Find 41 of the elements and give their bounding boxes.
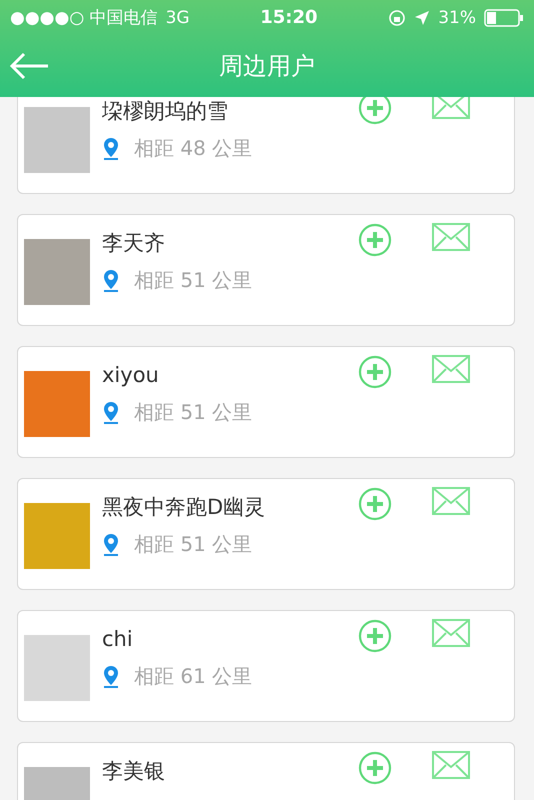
distance-label: 相距 61 公里 [134,663,252,690]
location-pin-icon [102,136,120,160]
avatar-image [24,635,90,701]
location-pin-icon [102,400,120,424]
network-label: 3G [166,8,190,28]
location-pin-icon [102,268,120,292]
avatar-image [24,371,90,437]
user-card[interactable]: chi 相距 61 公里 [17,610,515,722]
user-name: chi [102,627,134,651]
add-friend-button[interactable] [358,619,392,653]
add-friend-button[interactable] [358,355,392,389]
location-pin-icon [102,664,120,688]
user-name: 黑夜中奔跑D幽灵 [102,495,266,519]
add-friend-button[interactable] [358,751,392,785]
distance-label: 相距 48 公里 [134,135,252,162]
user-name: 垜樛朗坞的雪 [102,99,229,123]
rotation-lock-icon [388,8,406,26]
carrier-label: ●●●●○ 中国电信 [10,7,158,29]
user-card[interactable]: 李天齐 相距 51 公里 [17,214,515,326]
add-friend-button[interactable] [358,223,392,257]
location-arrow-icon [414,10,430,26]
add-friend-button[interactable] [358,487,392,521]
avatar-image [24,503,90,569]
user-name: 李天齐 [102,231,166,255]
avatar-image [24,107,90,173]
distance-label: 相距 51 公里 [134,399,252,426]
avatar-image [24,239,90,305]
user-card[interactable]: xiyou 相距 51 公里 [17,346,515,458]
user-card[interactable]: 垜樛朗坞的雪 相距 48 公里 [17,97,515,194]
page-title: 周边用户 [219,51,315,82]
user-name: xiyou [102,363,160,387]
add-friend-button[interactable] [358,97,392,125]
user-name: 李美银 [102,759,166,783]
status-time: 15:20 [260,7,318,28]
battery-percent: 31% [438,8,476,28]
location-pin-icon [102,532,120,556]
distance-label: 相距 51 公里 [134,531,252,558]
distance-label: 相距 51 公里 [134,267,252,294]
user-card[interactable]: 黑夜中奔跑D幽灵 相距 51 公里 [17,478,515,590]
battery-icon [484,8,524,26]
user-card[interactable]: 李美银 [17,742,515,800]
